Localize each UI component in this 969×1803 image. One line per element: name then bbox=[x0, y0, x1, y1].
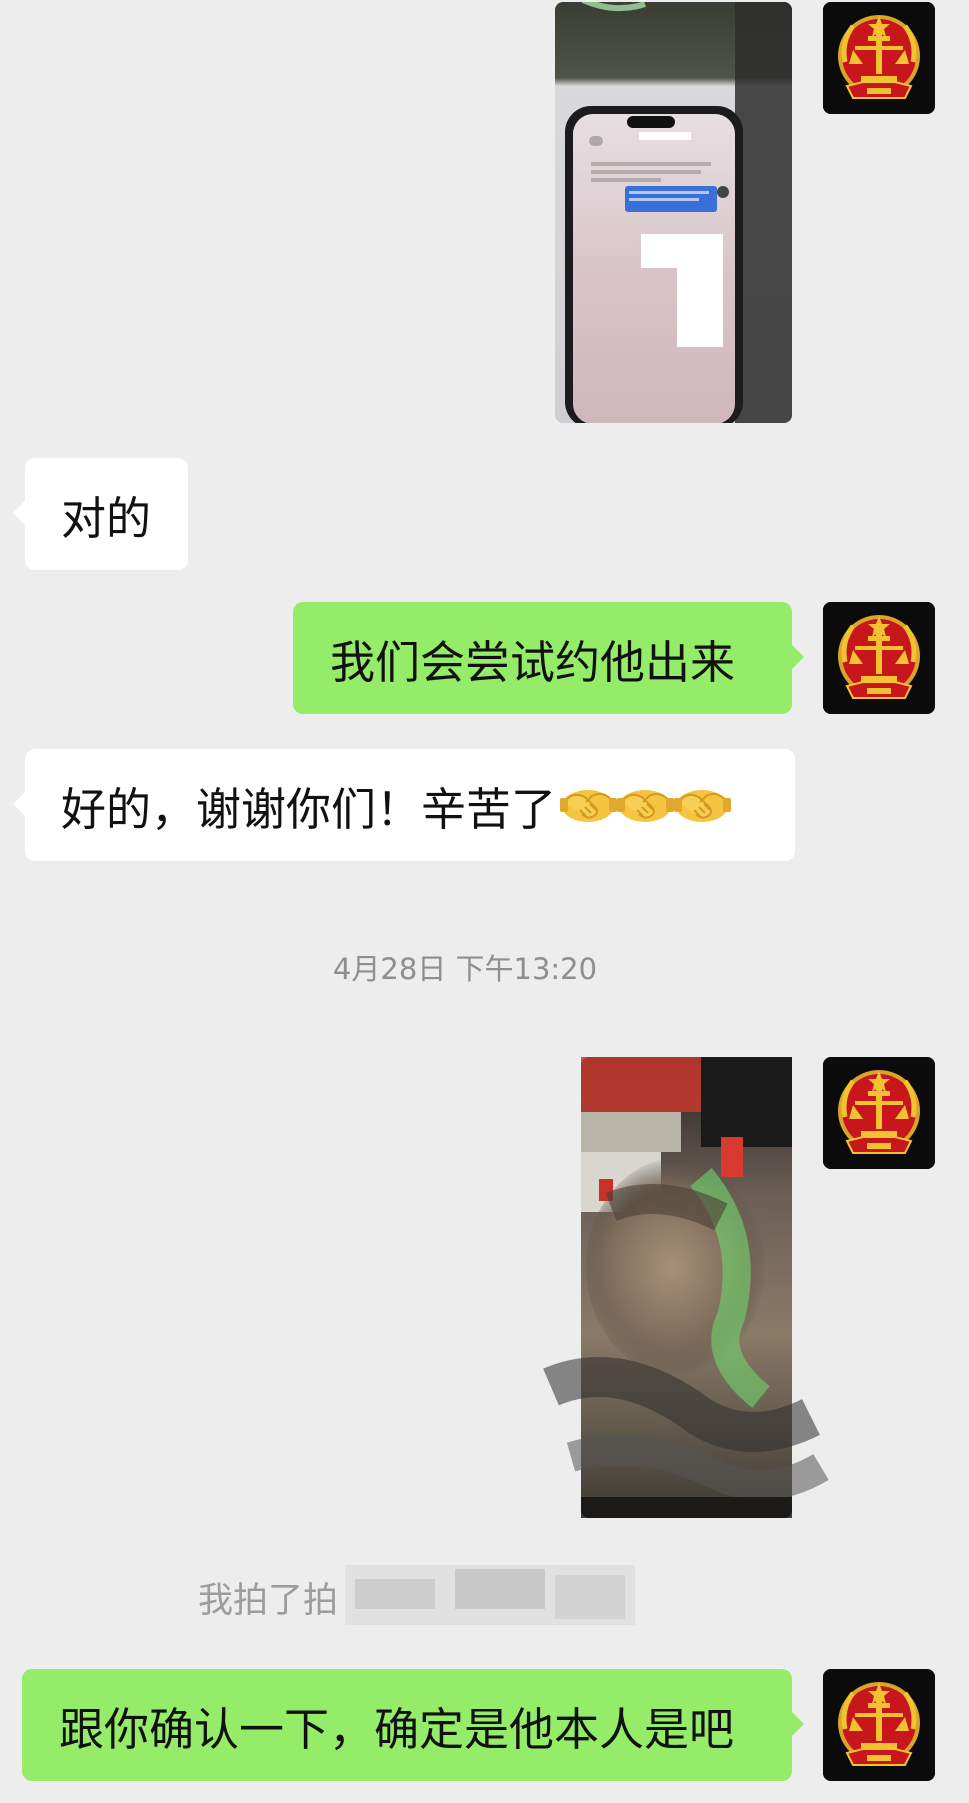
message-text: 好的，谢谢你们！辛苦了 bbox=[61, 782, 557, 836]
message-text: 跟你确认一下，确定是他本人是吧 bbox=[59, 1702, 735, 1756]
handshake-emoji-icon bbox=[560, 780, 617, 830]
message-text: 对的 bbox=[61, 491, 152, 545]
avatar[interactable] bbox=[823, 1669, 935, 1781]
message-bubble-received[interactable]: 对的 bbox=[13, 458, 188, 570]
handshake-emoji-icon bbox=[674, 780, 731, 830]
image-message-street-photo[interactable] bbox=[543, 1057, 829, 1518]
court-emblem-icon bbox=[823, 2, 935, 114]
pat-notice: 我拍了拍 bbox=[198, 1581, 339, 1621]
avatar[interactable] bbox=[823, 1057, 935, 1169]
pat-notice-blur bbox=[345, 1565, 635, 1625]
court-emblem-icon bbox=[823, 1057, 935, 1169]
avatar[interactable] bbox=[823, 602, 935, 714]
emoji-row bbox=[560, 780, 731, 830]
image-message-phone-photo[interactable] bbox=[555, 2, 792, 423]
chat-timestamp: 4月28日 下午13:20 bbox=[332, 952, 598, 986]
message-bubble-sent[interactable]: 我们会尝试约他出来 bbox=[293, 602, 804, 714]
court-emblem-icon bbox=[823, 1669, 935, 1781]
message-bubble-sent[interactable]: 跟你确认一下，确定是他本人是吧 bbox=[22, 1669, 804, 1781]
message-bubble-received[interactable]: 好的，谢谢你们！辛苦了 bbox=[13, 749, 795, 861]
court-emblem-icon bbox=[823, 602, 935, 714]
handshake-emoji-icon bbox=[617, 780, 674, 830]
avatar[interactable] bbox=[823, 2, 935, 114]
message-text: 我们会尝试约他出来 bbox=[330, 635, 736, 689]
